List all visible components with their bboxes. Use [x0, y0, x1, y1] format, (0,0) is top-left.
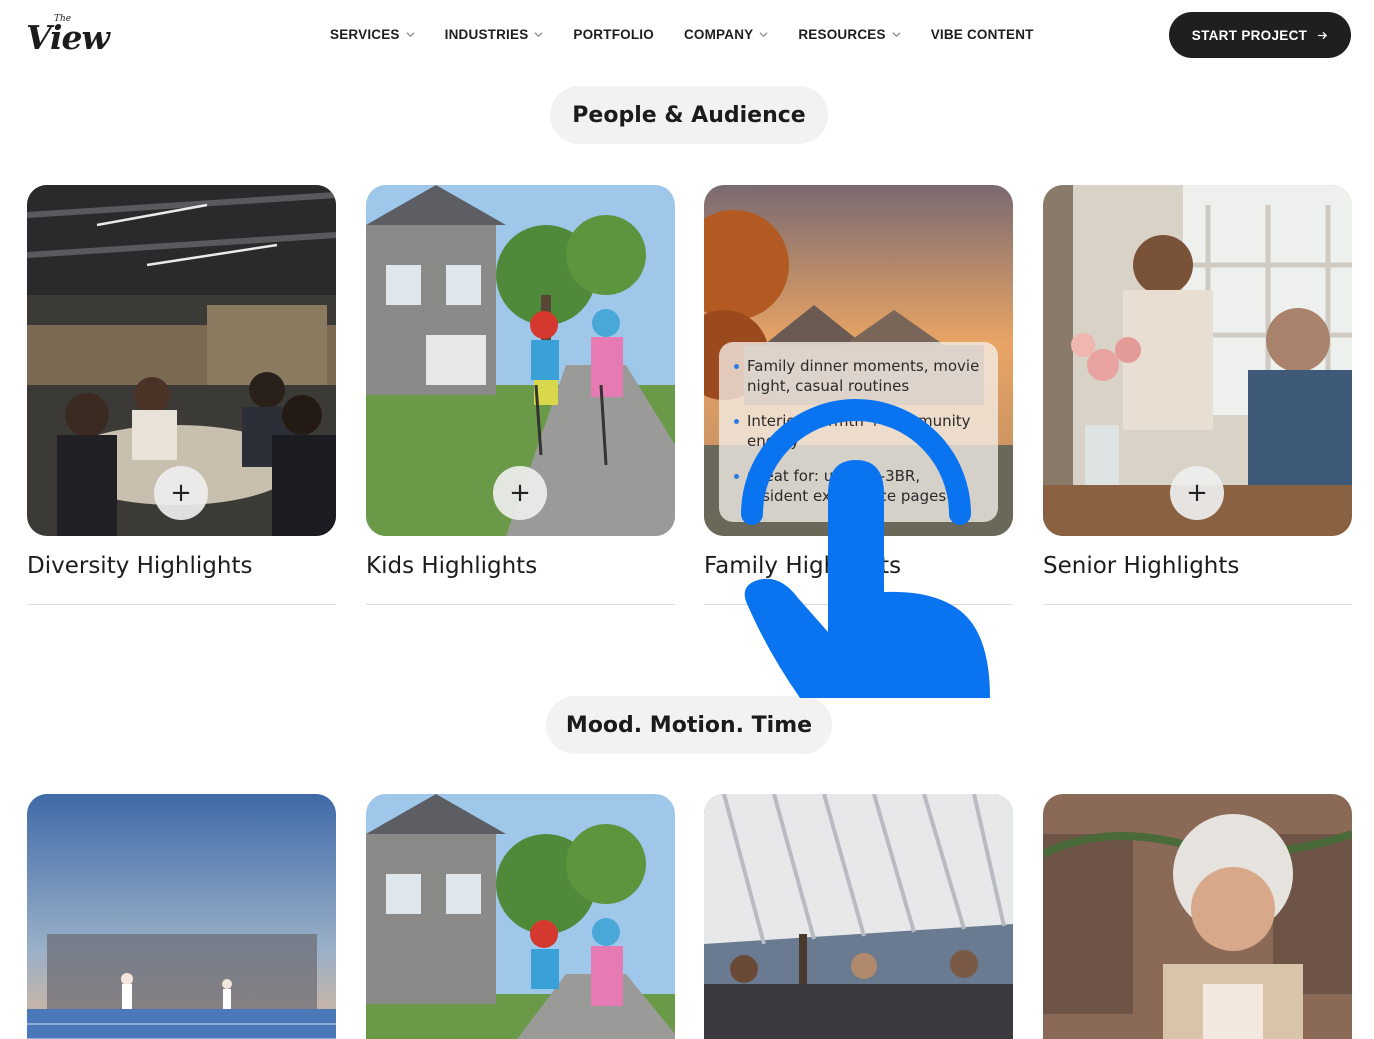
- section-title-mood-motion-time: Mood. Motion. Time: [546, 696, 832, 754]
- arrow-right-icon: [1318, 31, 1328, 39]
- nav-industries-label: INDUSTRIES: [444, 26, 529, 42]
- card-title-kids[interactable]: Kids Highlights: [366, 553, 537, 579]
- plus-icon: +: [170, 478, 192, 508]
- card-image-pergola[interactable]: [704, 794, 1013, 1039]
- nav-industries[interactable]: INDUSTRIES: [445, 27, 544, 42]
- padel-court-photo: [27, 794, 336, 1039]
- card-divider: [366, 604, 675, 605]
- plus-icon: +: [509, 478, 531, 508]
- nav-services-label: SERVICES: [330, 26, 400, 42]
- grandmother-kitchen-photo: [1043, 794, 1352, 1039]
- card-image-padel[interactable]: [27, 794, 336, 1039]
- nav-resources-label: RESOURCES: [798, 26, 886, 42]
- family-details-list: Family dinner moments, movie night, casu…: [734, 356, 982, 506]
- card-divider: [704, 604, 1013, 605]
- card-image-kids-2[interactable]: [366, 794, 675, 1039]
- start-project-label: START PROJECT: [1191, 27, 1308, 43]
- main-nav: SERVICES INDUSTRIES PORTFOLIO COMPANY RE…: [330, 24, 1064, 44]
- card-title-senior[interactable]: Senior Highlights: [1043, 553, 1239, 579]
- pergola-friends-photo: [704, 794, 1013, 1039]
- family-details-panel: Family dinner moments, movie night, casu…: [719, 342, 998, 522]
- expand-kids-button[interactable]: +: [493, 466, 547, 520]
- card-divider: [1043, 604, 1352, 605]
- nav-company-label: COMPANY: [683, 26, 754, 42]
- chevron-down-icon: [759, 31, 768, 37]
- detail-bullet: Family dinner moments, movie night, casu…: [734, 356, 982, 396]
- nav-services[interactable]: SERVICES: [330, 27, 415, 42]
- expand-diversity-button[interactable]: +: [154, 466, 208, 520]
- kids-scooters-photo: [366, 794, 675, 1039]
- site-header: The View SERVICES INDUSTRIES PORTFOLIO C…: [0, 0, 1374, 70]
- detail-bullet: Great for: units, 2-3BR, resident experi…: [734, 466, 982, 506]
- expand-senior-button[interactable]: +: [1170, 466, 1224, 520]
- nav-resources[interactable]: RESOURCES: [798, 26, 901, 42]
- logo[interactable]: The View: [26, 14, 110, 56]
- nav-portfolio[interactable]: PORTFOLIO: [573, 27, 654, 42]
- nav-company[interactable]: COMPANY: [684, 27, 768, 42]
- start-project-button[interactable]: START PROJECT: [1169, 12, 1351, 58]
- detail-bullet: Interior warmth + community energy: [734, 411, 982, 451]
- card-title-diversity[interactable]: Diversity Highlights: [27, 553, 252, 579]
- card-image-grandmother[interactable]: [1043, 794, 1352, 1039]
- nav-portfolio-label: PORTFOLIO: [573, 26, 654, 42]
- chevron-down-icon: [534, 31, 543, 37]
- card-divider: [27, 604, 336, 605]
- chevron-down-icon: [406, 31, 415, 37]
- card-title-family[interactable]: Family Highlights: [704, 553, 901, 579]
- section-title-people-audience: People & Audience: [550, 86, 828, 144]
- nav-vibe-content-label: VIBE CONTENT: [930, 26, 1034, 42]
- chevron-down-icon: [892, 31, 901, 37]
- nav-vibe-content[interactable]: VIBE CONTENT: [931, 27, 1034, 42]
- plus-icon: +: [1186, 478, 1208, 508]
- logo-text: View: [26, 18, 110, 57]
